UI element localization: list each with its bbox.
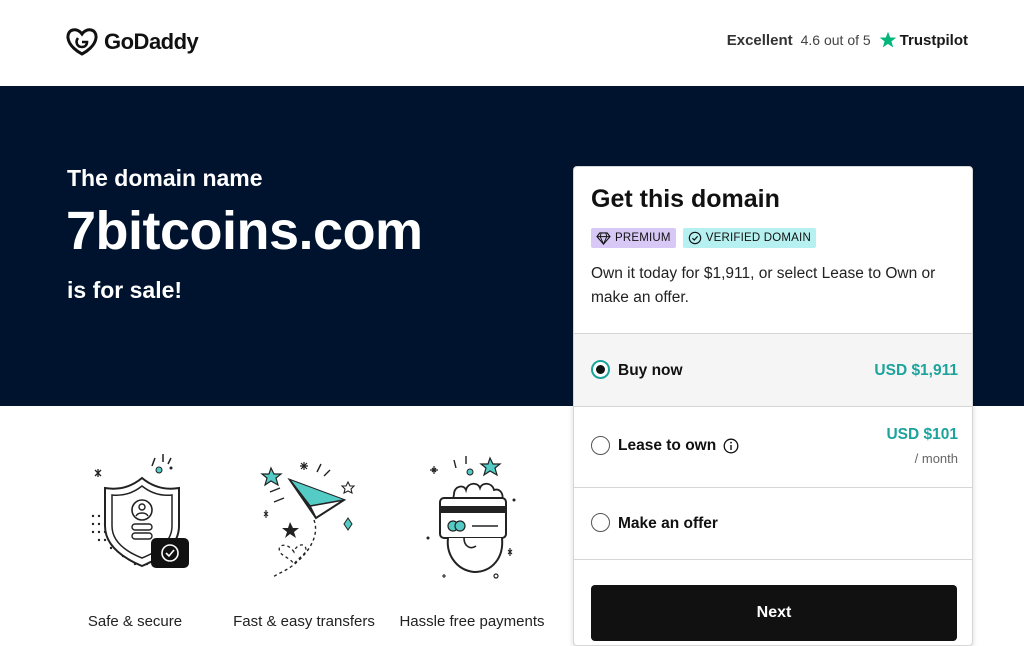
feature-safe-secure: Safe & secure <box>60 446 210 630</box>
buy-now-price: USD $1,911 <box>874 362 958 379</box>
option-make-offer[interactable]: Make an offer <box>574 487 972 560</box>
option-label: Make an offer <box>618 515 718 532</box>
verified-badge-label: VERIFIED DOMAIN <box>705 232 811 244</box>
buy-now-radio[interactable] <box>591 360 610 379</box>
hero-lead-text: The domain name <box>67 165 263 191</box>
domain-name-heading: 7bitcoins.com <box>66 201 423 261</box>
shield-check-icon <box>91 454 189 568</box>
trustpilot-brand: Trustpilot <box>879 31 968 49</box>
rating-score: 4.6 out of 5 <box>800 32 871 48</box>
trustpilot-name: Trustpilot <box>899 31 968 49</box>
rating-label: Excellent <box>726 31 793 49</box>
trustpilot-rating[interactable]: Excellent 4.6 out of 5 Trustpilot <box>727 31 968 49</box>
next-button[interactable]: Next <box>591 585 957 641</box>
feature-label: Fast & easy transfers <box>233 613 375 630</box>
premium-badge-label: PREMIUM <box>615 232 671 244</box>
card-title: Get this domain <box>591 185 780 213</box>
logo-wordmark: GoDaddy <box>104 29 199 54</box>
option-buy-now[interactable]: Buy now USD $1,911 <box>574 333 972 406</box>
card-description: Own it today for $1,911, or select Lease… <box>591 265 936 306</box>
feature-hassle-free-payments: Hassle free payments <box>397 446 547 630</box>
info-icon[interactable] <box>723 438 739 454</box>
paper-plane-icon <box>260 462 356 579</box>
option-label: Buy now <box>618 362 683 379</box>
get-domain-card: Get this domain PREMIUM VERIFIED DOMAIN … <box>573 166 973 646</box>
feature-fast-transfers: Fast & easy transfers <box>229 446 379 630</box>
premium-badge: PREMIUM <box>591 228 676 248</box>
diamond-icon <box>596 231 611 245</box>
top-bar: GoDaddy Excellent 4.6 out of 5 Trustpilo… <box>0 0 1024 86</box>
trustpilot-star-icon <box>879 31 896 48</box>
hand-card-icon <box>426 456 516 579</box>
verified-badge: VERIFIED DOMAIN <box>682 228 816 248</box>
features-row: Safe & secure Fast & easy transfers Hass… <box>60 446 560 630</box>
badge-row: PREMIUM VERIFIED DOMAIN <box>591 228 816 248</box>
feature-label: Hassle free payments <box>399 613 545 630</box>
feature-label: Safe & secure <box>87 613 183 630</box>
godaddy-logo[interactable]: GoDaddy <box>66 28 199 56</box>
lease-period: / month <box>914 451 958 466</box>
godaddy-heart-icon <box>66 28 98 56</box>
make-offer-radio[interactable] <box>591 513 610 532</box>
hero-sale-text: is for sale! <box>67 277 183 303</box>
check-circle-icon <box>688 231 701 245</box>
option-lease-to-own[interactable]: Lease to own USD $101 / month <box>574 406 972 487</box>
lease-to-own-radio[interactable] <box>591 436 610 455</box>
lease-price: USD $101 <box>886 426 958 443</box>
option-label: Lease to own <box>618 437 739 455</box>
